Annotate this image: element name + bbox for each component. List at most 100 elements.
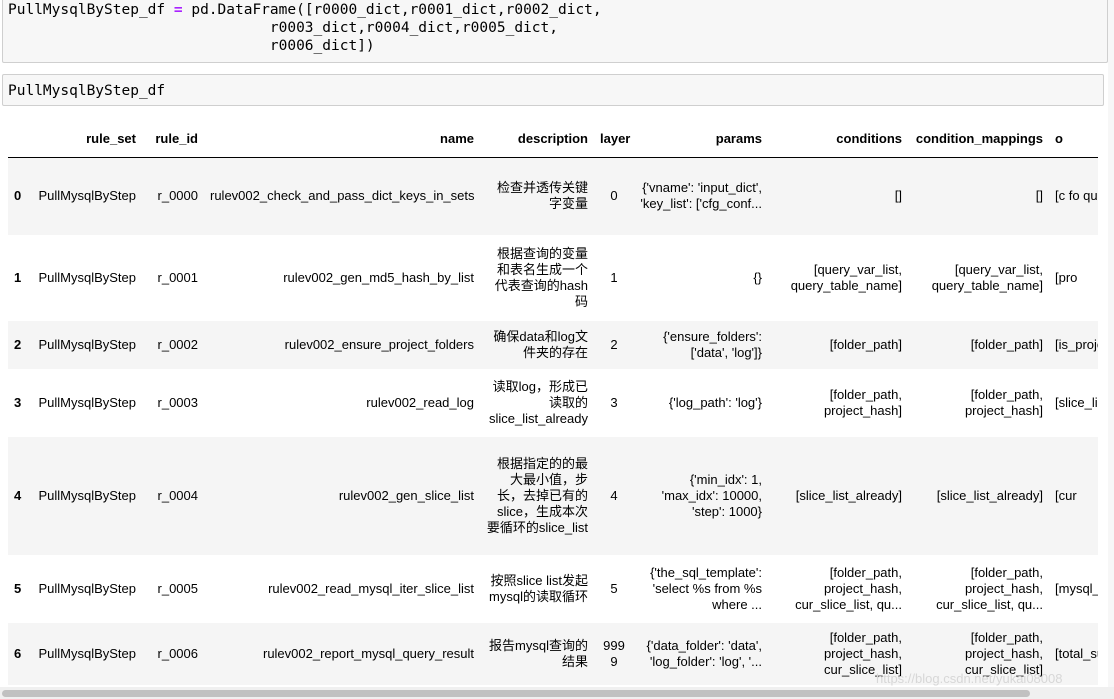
table-row: 3 PullMysqlByStep r_0003 rulev002_read_log 读…: [8, 369, 1098, 437]
watermark: https://blog.csdn.net/yukai08008: [876, 671, 1063, 686]
cell-description: 报告mysql查询的结果: [489, 638, 588, 669]
cell-rule-id: r_0005: [157, 581, 198, 596]
cell-name: rulev002_read_log: [366, 395, 474, 410]
cell-layer: 9999: [603, 638, 625, 669]
cell-conditions: [folder_path, project_hash]: [823, 387, 902, 418]
table-header-row: rule_set rule_id name description layer param…: [8, 122, 1098, 158]
column-header-layer: layer: [594, 122, 634, 158]
cell-name: rulev002_check_and_pass_dict_keys_in_set…: [210, 188, 475, 204]
cell-rule-id: r_0000: [157, 188, 198, 204]
horizontal-scrollbar-thumb[interactable]: [2, 690, 1030, 697]
code-text: PullMysqlByStep_df: [8, 2, 174, 18]
cell-description: 根据查询的变量和表名生成一个代表查询的hash码: [494, 246, 588, 309]
cell-rule-id: r_0006: [157, 646, 198, 661]
column-header-condition-mappings: condition_mappings: [908, 122, 1049, 158]
dataframe-output: rule_set rule_id name description layer param…: [8, 122, 1098, 687]
table-row: 2 PullMysqlByStep r_0002 rulev002_ensure_pr…: [8, 321, 1098, 369]
cell-description: 读取log，形成已读取的slice_list_already: [489, 379, 588, 426]
code-text: r0006_dict]): [8, 38, 375, 54]
vertical-scrollbar[interactable]: [1108, 0, 1114, 687]
row-index: 1: [14, 270, 22, 285]
cell-layer: 3: [610, 395, 618, 410]
column-header-params: params: [634, 122, 768, 158]
cell-params: {'data_folder': 'data', 'log_folder': 'l…: [646, 638, 762, 669]
code-line: r0003_dict,r0004_dict,r0005_dict,: [8, 19, 1107, 37]
cell-name: rulev002_gen_slice_list: [338, 488, 474, 503]
code-line: PullMysqlByStep_df: [8, 83, 166, 99]
cell-condition-mappings: [query_var_list, query_table_name]: [931, 262, 1043, 293]
cell-layer: 2: [610, 337, 618, 352]
cell-description: 按照slice list发起mysql的读取循环: [489, 573, 588, 604]
column-header-rule-id: rule_id: [142, 122, 204, 158]
column-header-rule-set: rule_set: [28, 122, 142, 158]
cell-layer: 0: [610, 188, 618, 204]
cell-o: [is_project_: [1055, 337, 1098, 352]
column-header-conditions: conditions: [768, 122, 908, 158]
code-text: pd.DataFrame([r0000_dict,r0001_dict,r000…: [182, 2, 602, 18]
code-text: r0003_dict,r0004_dict,r0005_dict,: [8, 20, 558, 36]
cell-condition-mappings: [folder_path, project_hash, cur_slice_li…: [936, 565, 1043, 612]
row-index: 4: [14, 488, 22, 503]
cell-conditions: []: [894, 188, 902, 204]
cell-rule-set: PullMysqlByStep: [38, 395, 136, 410]
cell-name: rulev002_gen_md5_hash_by_list: [283, 270, 474, 285]
cell-rule-set: PullMysqlByStep: [38, 581, 136, 596]
cell-name: rulev002_ensure_project_folders: [284, 337, 474, 352]
row-index: 5: [14, 581, 22, 596]
cell-name: rulev002_read_mysql_iter_slice_list: [268, 581, 474, 596]
row-index: 6: [14, 646, 22, 661]
cell-layer: 5: [610, 581, 618, 596]
cell-condition-mappings: [folder_path]: [970, 337, 1043, 352]
table-row: 5 PullMysqlByStep r_0005 rulev002_read_mysq…: [8, 555, 1098, 623]
cell-description: 确保data和log文件夹的存在: [493, 329, 588, 360]
cell-rule-set: PullMysqlByStep: [38, 488, 136, 503]
table-row: 1 PullMysqlByStep r_0001 rulev002_gen_md5_h…: [8, 235, 1098, 321]
cell-params: {'min_idx': 1, 'max_idx': 10000, 'step':…: [661, 472, 762, 519]
cell-params: {}: [753, 270, 762, 285]
cell-name: rulev002_report_mysql_query_result: [262, 646, 474, 661]
cell-params: {'the_sql_template': 'select %s from %s …: [650, 565, 762, 612]
cell-rule-id: r_0001: [157, 270, 198, 285]
cell-params: {'vname': 'input_dict', 'key_list': ['cf…: [640, 180, 762, 212]
cell-condition-mappings: [slice_list_already]: [936, 488, 1043, 503]
cell-conditions: [query_var_list, query_table_name]: [790, 262, 902, 293]
cell-o: [pro: [1055, 270, 1078, 285]
cell-rule-set: PullMysqlByStep: [38, 337, 136, 352]
cell-layer: 1: [610, 270, 618, 285]
cell-rule-set: PullMysqlByStep: [38, 188, 136, 204]
cell-conditions: [slice_list_already]: [795, 488, 902, 503]
cell-rule-id: r_0004: [157, 488, 198, 503]
table-row: 4 PullMysqlByStep r_0004 rulev002_gen_slice…: [8, 437, 1098, 555]
cell-condition-mappings: []: [1035, 188, 1043, 204]
cell-description: 根据指定的的最大最小值，步长，去掉已有的slice，生成本次要循环的slice_…: [486, 456, 588, 535]
code-cell-display-dataframe[interactable]: PullMysqlByStep_df: [2, 74, 1104, 106]
cell-rule-set: PullMysqlByStep: [38, 270, 136, 285]
code-operator: =: [173, 2, 183, 18]
cell-rule-set: PullMysqlByStep: [38, 646, 136, 661]
column-header-o: o: [1049, 122, 1098, 158]
cell-rule-id: r_0003: [157, 395, 198, 410]
cell-params: {'ensure_folders': ['data', 'log']}: [663, 329, 762, 360]
cell-conditions: [folder_path]: [829, 337, 902, 352]
horizontal-scrollbar[interactable]: [0, 687, 1114, 699]
code-line: PullMysqlByStep_df = pd.DataFrame([r0000…: [8, 1, 1107, 19]
cell-o: [slice_lis: [1055, 395, 1098, 410]
cell-o: [cur: [1055, 488, 1077, 503]
cell-rule-id: r_0002: [157, 337, 198, 352]
code-line: r0006_dict]): [8, 37, 1107, 55]
column-header-description: description: [480, 122, 594, 158]
cell-o: [mysql_re: [1055, 581, 1098, 596]
code-cell-dataframe-construction[interactable]: PullMysqlByStep_df = pd.DataFrame([r0000…: [2, 0, 1108, 63]
cell-layer: 4: [610, 488, 618, 503]
cell-description: 检查并透传关键字变量: [496, 180, 588, 212]
cell-params: {'log_path': 'log'}: [668, 395, 762, 410]
column-header-name: name: [204, 122, 480, 158]
row-index: 3: [14, 395, 22, 410]
table-row: 0 PullMysqlByStep r_0000 rulev002_check_and…: [8, 157, 1098, 235]
column-header-index: [8, 122, 28, 158]
cell-condition-mappings: [folder_path, project_hash]: [964, 387, 1043, 418]
row-index: 2: [14, 337, 22, 352]
dataframe-table: rule_set rule_id name description layer param…: [8, 122, 1098, 685]
cell-conditions: [folder_path, project_hash, cur_slice_li…: [795, 565, 902, 612]
cell-o: [c fo que: [1055, 188, 1098, 204]
